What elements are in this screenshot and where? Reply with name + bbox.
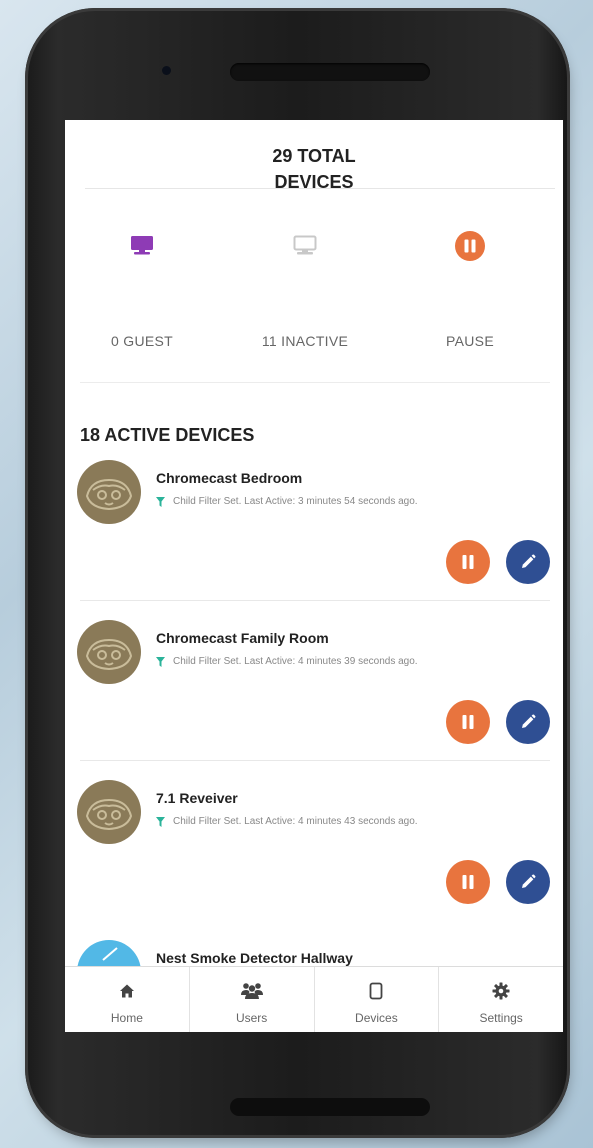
device-name: Chromecast Bedroom bbox=[156, 470, 303, 486]
title-line-1: 29 TOTAL bbox=[272, 146, 356, 166]
stat-label-guest: 0 GUEST bbox=[110, 333, 173, 349]
edit-button[interactable] bbox=[506, 700, 550, 744]
nav-label: Settings bbox=[479, 1011, 523, 1025]
nav-item-settings[interactable]: Settings bbox=[439, 967, 563, 1032]
device-avatar bbox=[77, 780, 141, 844]
device-row[interactable]: Chromecast Family Room Child Filter Set.… bbox=[65, 620, 563, 780]
child-face-icon bbox=[85, 638, 133, 671]
monitor-icon bbox=[293, 235, 317, 255]
nav-label: Home bbox=[110, 1011, 143, 1025]
bottom-nav: Home Users Devices Settings bbox=[65, 966, 563, 1032]
monitor-icon bbox=[131, 236, 153, 255]
nav-label: Users bbox=[235, 1011, 268, 1025]
nav-item-users[interactable]: Users bbox=[190, 967, 315, 1032]
nav-item-devices[interactable]: Devices bbox=[315, 967, 440, 1032]
pause-icon bbox=[455, 231, 485, 261]
section-title: 18 ACTIVE DEVICES bbox=[80, 425, 255, 445]
stat-label-pause: PAUSE bbox=[446, 333, 494, 349]
bottom-speaker bbox=[230, 1098, 430, 1116]
stat-pause[interactable]: PAUSE bbox=[390, 231, 550, 349]
pause-button[interactable] bbox=[446, 700, 490, 744]
pencil-icon bbox=[522, 714, 536, 728]
front-camera bbox=[162, 66, 171, 75]
pencil-icon bbox=[522, 554, 536, 568]
pause-icon bbox=[462, 555, 474, 569]
device-status-text: Child Filter Set. Last Active: 3 minutes… bbox=[173, 496, 418, 507]
filter-icon bbox=[156, 816, 165, 827]
divider bbox=[80, 760, 550, 761]
pause-button[interactable] bbox=[446, 860, 490, 904]
title-line-2: DEVICES bbox=[274, 172, 354, 192]
device-name: Nest Smoke Detector Hallway bbox=[156, 950, 353, 966]
stat-guest[interactable]: 0 GUEST bbox=[65, 235, 222, 349]
nav-label: Devices bbox=[355, 1011, 398, 1025]
device-icon bbox=[369, 982, 383, 1000]
device-status-text: Child Filter Set. Last Active: 4 minutes… bbox=[173, 656, 418, 667]
earpiece-speaker bbox=[230, 63, 430, 81]
device-row[interactable]: 7.1 Reveiver Child Filter Set. Last Acti… bbox=[65, 780, 563, 940]
home-icon bbox=[119, 984, 134, 998]
divider bbox=[80, 600, 550, 601]
app-screen: 29 TOTAL DEVICES 0 GUEST 11 INACTIVE PAU… bbox=[65, 120, 563, 1032]
divider bbox=[80, 382, 550, 383]
pencil-icon bbox=[522, 874, 536, 888]
device-status: Child Filter Set. Last Active: 4 minutes… bbox=[156, 816, 418, 827]
child-face-icon bbox=[85, 478, 133, 511]
filter-icon bbox=[156, 656, 165, 667]
device-status: Child Filter Set. Last Active: 4 minutes… bbox=[156, 656, 418, 667]
stat-label-inactive: 11 INACTIVE bbox=[261, 333, 349, 349]
edit-button[interactable] bbox=[506, 860, 550, 904]
child-face-icon bbox=[85, 798, 133, 831]
filter-icon bbox=[156, 496, 165, 507]
edit-button[interactable] bbox=[506, 540, 550, 584]
device-status: Child Filter Set. Last Active: 3 minutes… bbox=[156, 496, 418, 507]
users-icon bbox=[240, 983, 263, 999]
device-avatar bbox=[77, 460, 141, 524]
divider bbox=[85, 188, 555, 189]
stat-inactive[interactable]: 11 INACTIVE bbox=[225, 235, 385, 349]
device-status-text: Child Filter Set. Last Active: 4 minutes… bbox=[173, 816, 418, 827]
pause-icon bbox=[462, 875, 474, 889]
nav-item-home[interactable]: Home bbox=[65, 967, 190, 1032]
gear-icon bbox=[492, 982, 510, 1000]
device-avatar bbox=[77, 620, 141, 684]
device-name: 7.1 Reveiver bbox=[156, 790, 238, 806]
pause-button[interactable] bbox=[446, 540, 490, 584]
pause-icon bbox=[462, 715, 474, 729]
device-name: Chromecast Family Room bbox=[156, 630, 329, 646]
device-row[interactable]: Chromecast Bedroom Child Filter Set. Las… bbox=[65, 460, 563, 620]
